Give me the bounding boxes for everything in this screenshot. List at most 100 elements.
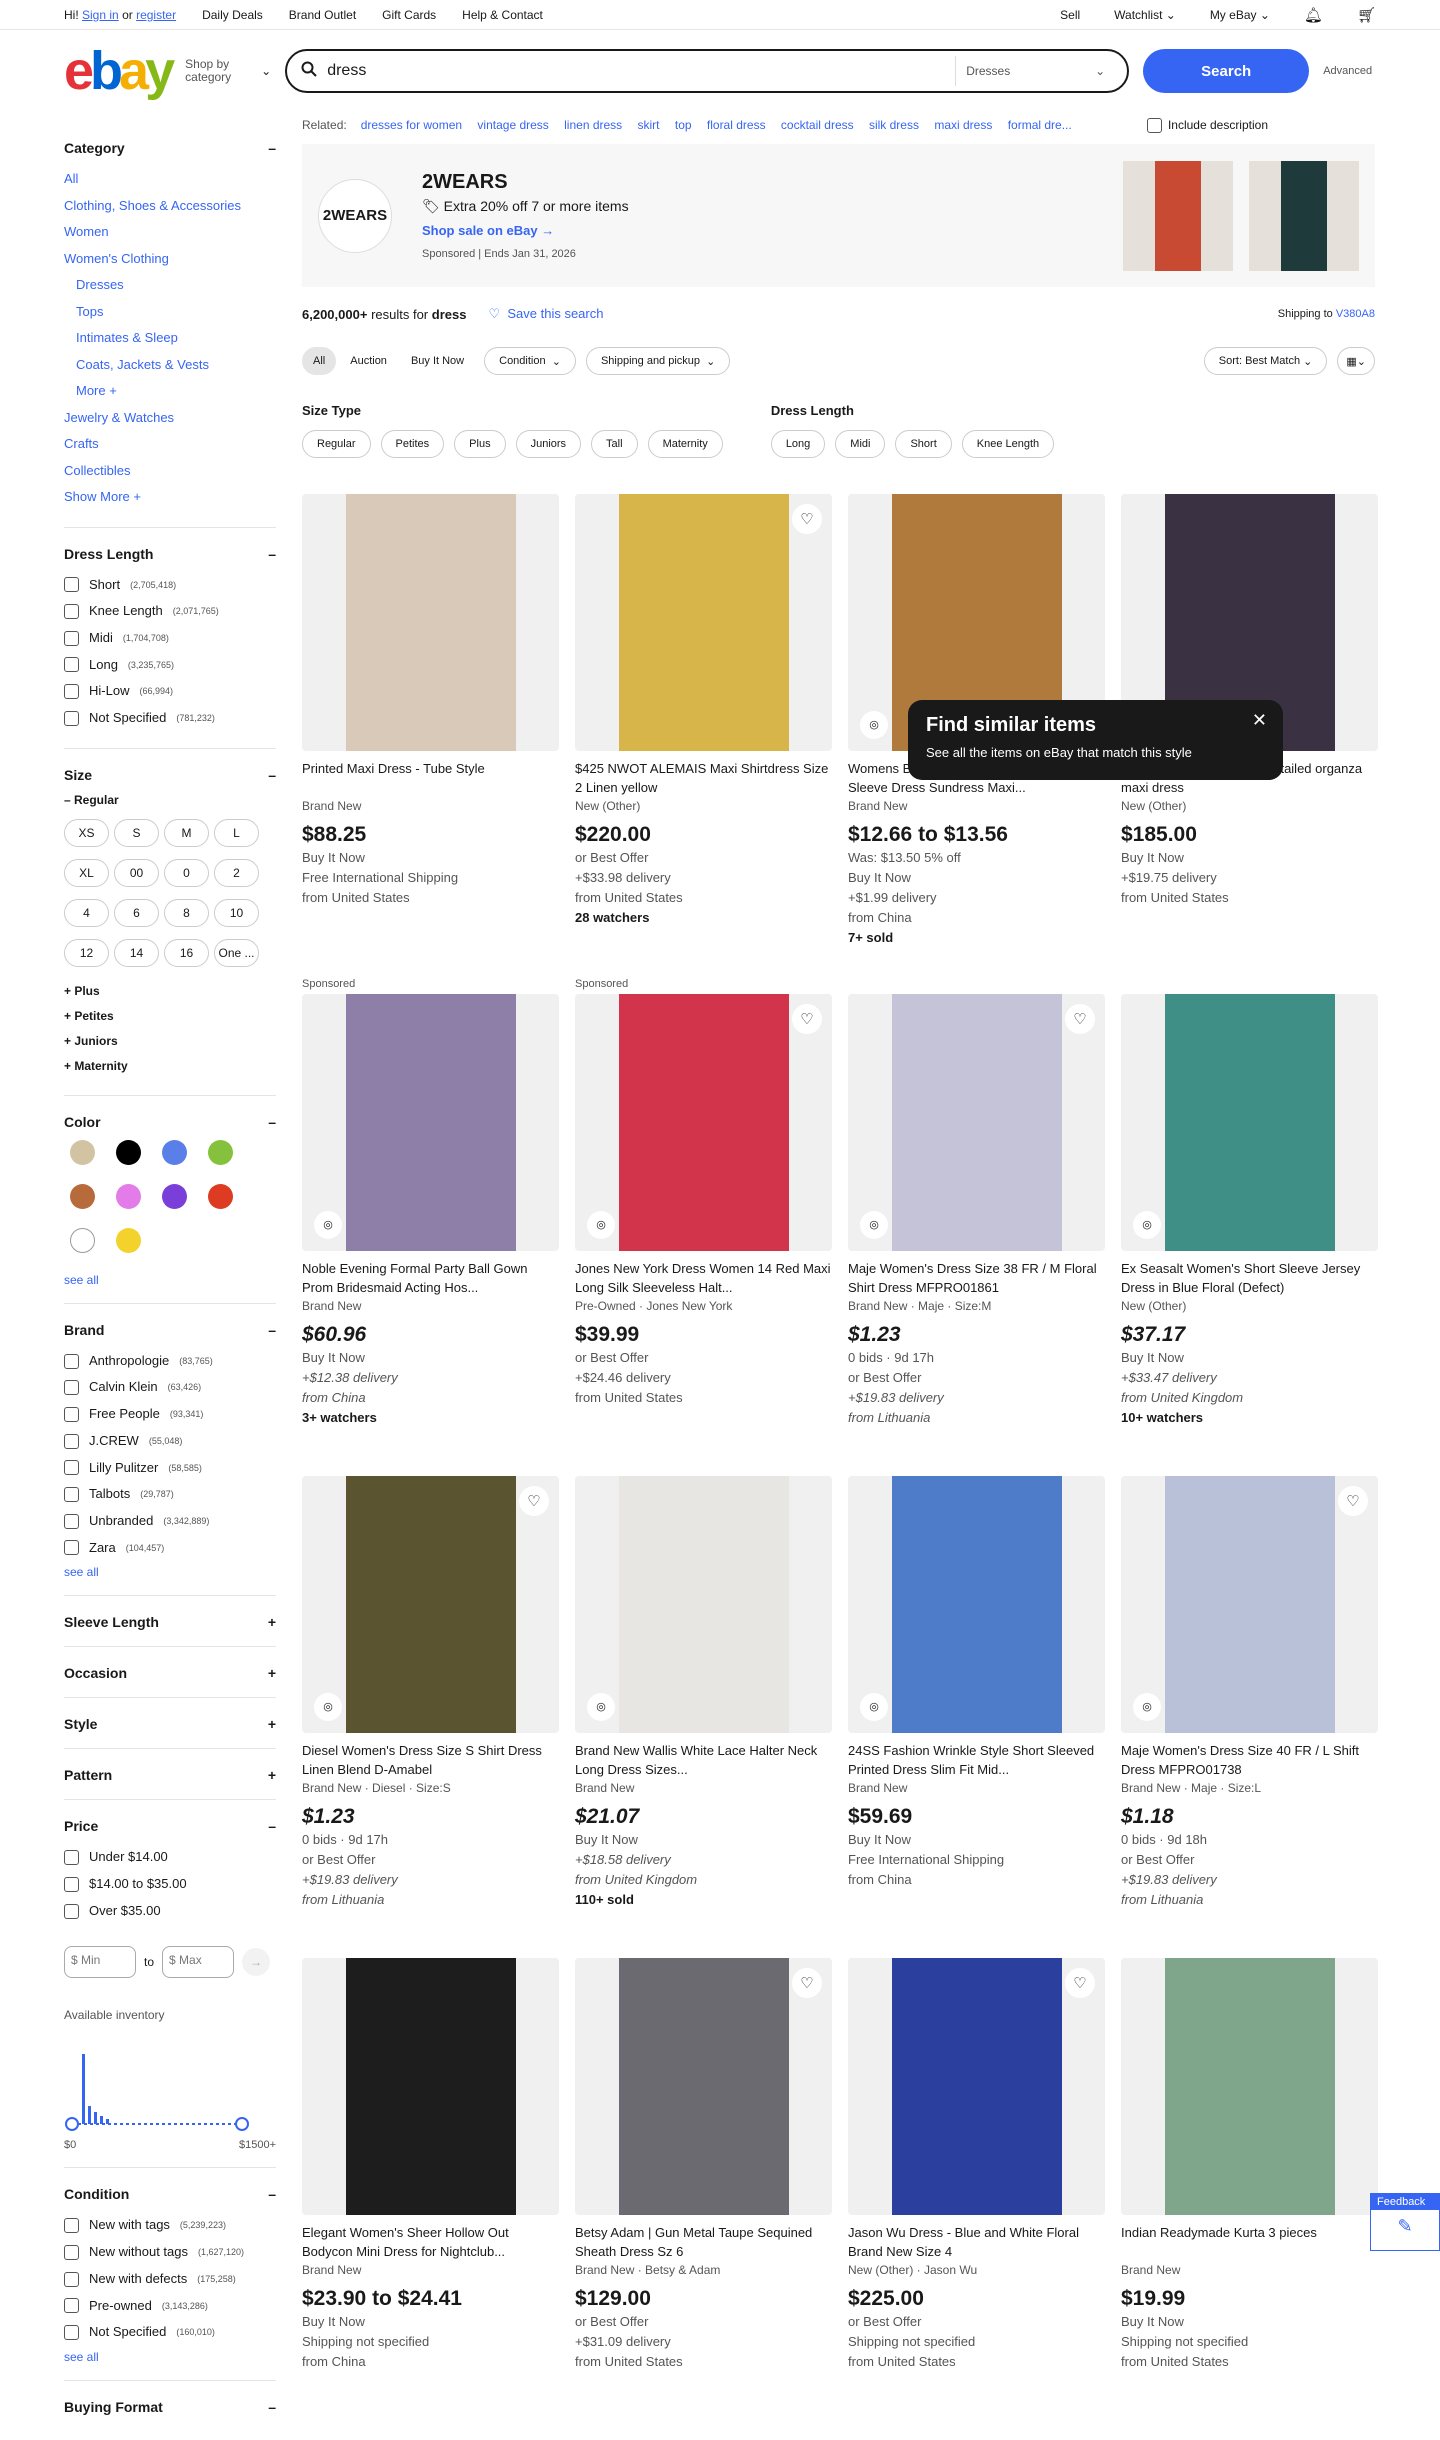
heart-icon[interactable]: ♡ <box>792 1968 822 1998</box>
category-link[interactable]: Coats, Jackets & Vests <box>76 352 276 379</box>
include-description[interactable]: Include description <box>1146 117 1268 133</box>
tab-all[interactable]: All <box>302 347 337 375</box>
product-image[interactable]: ♡ ◎ <box>575 994 832 1251</box>
product-card[interactable]: Elegant Women's Sheer Hollow Out Bodycon… <box>302 1958 559 2440</box>
buying-format-heading[interactable]: Buying Format – <box>64 2399 276 2415</box>
bell-icon[interactable]: 🔔︎ <box>1304 6 1323 24</box>
dress-length-chip[interactable]: Long <box>770 430 826 458</box>
related-link[interactable]: silk dress <box>869 118 919 132</box>
size-chip[interactable]: 12 <box>64 938 109 967</box>
ebay-logo[interactable]: ebay <box>64 44 175 98</box>
banner-product-image[interactable] <box>1123 160 1233 271</box>
size-chip[interactable]: S <box>114 818 159 847</box>
close-icon[interactable]: ✕ <box>1252 710 1267 731</box>
collapse-icon[interactable]: – <box>268 546 276 562</box>
product-card[interactable]: ◎ 24SS Fashion Wrinkle Style Short Sleeve… <box>848 1476 1105 1958</box>
size-group[interactable]: + Petites <box>64 1004 276 1029</box>
filter-option[interactable]: Midi (1,704,708) <box>64 625 276 652</box>
max-price-input[interactable]: $ Max <box>162 1946 235 1979</box>
visual-search-icon[interactable]: ◎ <box>587 1211 615 1239</box>
product-card[interactable]: ◎ Noble Evening Formal Party Ball Gown Pr… <box>302 994 559 1476</box>
help-contact-link[interactable]: Help & Contact <box>462 8 543 22</box>
related-link[interactable]: maxi dress <box>934 118 992 132</box>
feedback-button[interactable]: Feedback ✎ <box>1370 2193 1440 2251</box>
product-title[interactable]: Jason Wu Dress - Blue and White Floral B… <box>848 2223 1105 2261</box>
dress-length-chip[interactable]: Short <box>895 430 952 458</box>
occasion-section[interactable]: Occasion + <box>64 1665 276 1699</box>
visual-search-icon[interactable]: ◎ <box>860 1693 888 1721</box>
myebay-menu[interactable]: My eBay ⌄ <box>1210 8 1270 22</box>
product-title[interactable]: Printed Maxi Dress - Tube Style <box>302 759 559 797</box>
size-chip[interactable]: 14 <box>114 938 159 967</box>
condition-dropdown[interactable]: Condition ⌄ <box>484 347 576 375</box>
size-chip[interactable]: M <box>164 818 209 847</box>
filter-option[interactable]: $14.00 to $35.00 <box>64 1871 276 1898</box>
color-swatch[interactable] <box>70 1139 95 1165</box>
color-swatch[interactable] <box>70 1227 95 1253</box>
min-price-input[interactable]: $ Min <box>64 1946 136 1979</box>
size-type-chip[interactable]: Juniors <box>515 430 582 458</box>
product-card[interactable]: ♡ $425 NWOT ALEMAIS Maxi Shirtdress Size … <box>575 494 832 994</box>
category-link[interactable]: All <box>64 166 276 193</box>
heart-icon[interactable]: ♡ <box>1338 1486 1368 1516</box>
category-link[interactable]: Jewelry & Watches <box>64 405 276 432</box>
color-swatch[interactable] <box>162 1139 187 1165</box>
product-image[interactable] <box>1121 1958 1378 2215</box>
filter-option[interactable]: Calvin Klein (63,426) <box>64 1374 276 1401</box>
visual-search-icon[interactable]: ◎ <box>860 711 888 739</box>
view-toggle[interactable]: ▦ ⌄ <box>1337 347 1375 375</box>
product-title[interactable]: Diesel Women's Dress Size S Shirt Dress … <box>302 1741 559 1779</box>
sell-link[interactable]: Sell <box>1060 8 1080 22</box>
product-image[interactable]: ◎ <box>1121 994 1378 1251</box>
size-type-chip[interactable]: Regular <box>302 430 371 458</box>
related-link[interactable]: cocktail dress <box>781 118 854 132</box>
product-title[interactable]: Maje Women's Dress Size 40 FR / L Shift … <box>1121 1741 1378 1779</box>
size-chip[interactable]: 16 <box>164 938 209 967</box>
product-image[interactable] <box>302 1958 559 2215</box>
filter-option[interactable]: Hi-Low (66,994) <box>64 678 276 705</box>
shipping-dropdown[interactable]: Shipping and pickup ⌄ <box>585 347 731 375</box>
shop-sale-link[interactable]: Shop sale on eBay → <box>422 223 1107 238</box>
product-image[interactable]: ◎ <box>302 994 559 1251</box>
see-all-link[interactable]: see all <box>64 2350 276 2364</box>
related-link[interactable]: dresses for women <box>361 118 462 132</box>
product-card[interactable]: Indian Readymade Kurta 3 pieces Brand New… <box>1121 1958 1378 2440</box>
collapse-icon[interactable]: – <box>268 140 276 156</box>
size-chip[interactable]: 0 <box>164 858 209 887</box>
daily-deals-link[interactable]: Daily Deals <box>202 8 263 22</box>
register-link[interactable]: register <box>136 8 176 22</box>
style-section[interactable]: Style + <box>64 1716 276 1750</box>
product-title[interactable]: Maje Women's Dress Size 38 FR / M Floral… <box>848 1259 1105 1297</box>
category-link[interactable]: Intimates & Sleep <box>76 325 276 352</box>
product-card[interactable]: ♡ ◎ Diesel Women's Dress Size S Shirt Dres… <box>302 1476 559 1958</box>
visual-search-icon[interactable]: ◎ <box>314 1693 342 1721</box>
filter-option[interactable]: Pre-owned (3,143,286) <box>64 2293 276 2320</box>
filter-option[interactable]: New without tags (1,627,120) <box>64 2239 276 2266</box>
product-image[interactable]: ◎ <box>575 1476 832 1733</box>
size-type-chip[interactable]: Maternity <box>647 430 723 458</box>
filter-option[interactable]: Long (3,235,765) <box>64 652 276 679</box>
price-histogram[interactable] <box>64 2036 254 2136</box>
sponsored-banner[interactable]: 2WEARS 2WEARS 🏷︎ Extra 20% off 7 or more… <box>302 144 1375 287</box>
pattern-section[interactable]: Pattern + <box>64 1767 276 1801</box>
heart-icon[interactable]: ♡ <box>519 1486 549 1516</box>
expand-icon[interactable]: + <box>268 1716 276 1732</box>
size-chip[interactable]: XL <box>64 858 109 887</box>
filter-option[interactable]: Knee Length (2,071,765) <box>64 598 276 625</box>
filter-option[interactable]: Under $14.00 <box>64 1844 276 1871</box>
category-select[interactable]: Dresses ⌄ <box>955 56 1115 86</box>
product-image[interactable]: ♡ <box>575 1958 832 2215</box>
heart-icon[interactable]: ♡ <box>792 1004 822 1034</box>
size-group[interactable]: + Maternity <box>64 1054 276 1079</box>
size-chip[interactable]: 4 <box>64 898 109 927</box>
tab-auction[interactable]: Auction <box>346 347 397 375</box>
dress-length-chip[interactable]: Knee Length <box>961 430 1055 458</box>
product-card[interactable]: ♡ Betsy Adam | Gun Metal Taupe Sequined S… <box>575 1958 832 2440</box>
tab-buy-it-now[interactable]: Buy It Now <box>407 347 474 375</box>
product-card[interactable]: ♡ ◎ Jones New York Dress Women 14 Red Maxi… <box>575 994 832 1476</box>
search-input[interactable] <box>327 62 956 80</box>
size-chip[interactable]: L <box>214 818 259 847</box>
heart-icon[interactable]: ♡ <box>1065 1004 1095 1034</box>
related-link[interactable]: formal dre... <box>1008 118 1072 132</box>
expand-icon[interactable]: + <box>268 1767 276 1783</box>
